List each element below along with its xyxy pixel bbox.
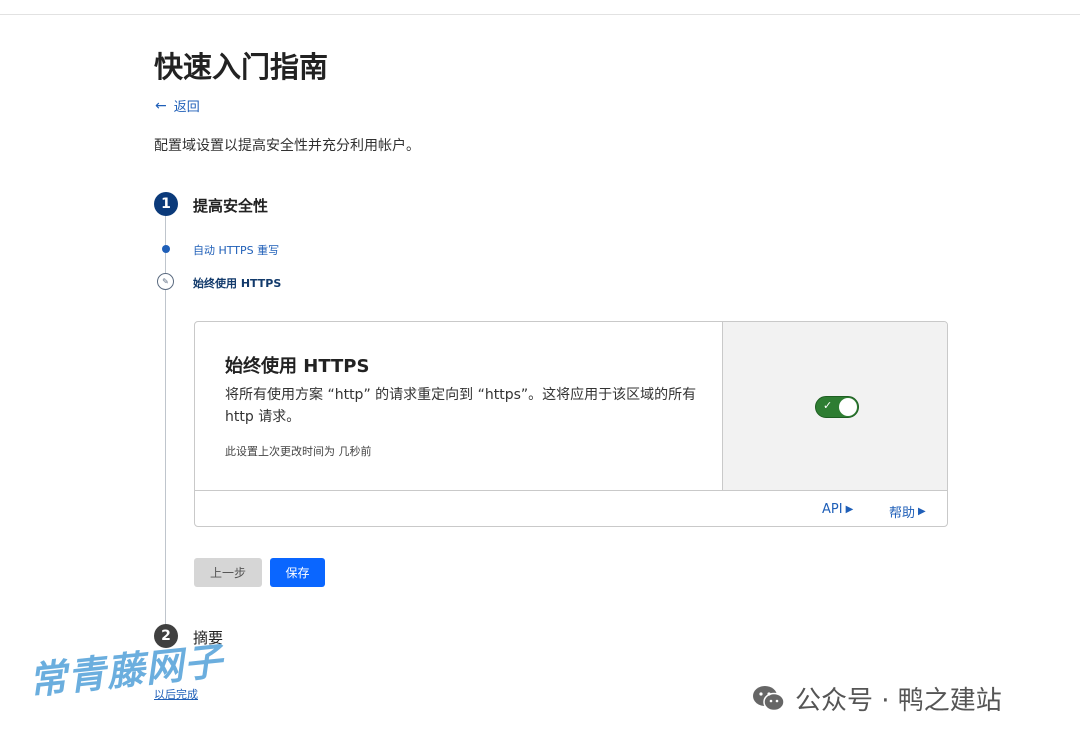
- watermark-right-text: 公众号 · 鸭之建站: [795, 686, 1002, 716]
- triangle-right-icon: ▶: [845, 504, 854, 515]
- watermark-right: 公众号 · 鸭之建站: [751, 680, 1002, 717]
- page-title: 快速入门指南: [154, 50, 329, 84]
- setting-card-title: 始终使用 HTTPS: [225, 356, 370, 377]
- api-link[interactable]: API ▶: [822, 502, 853, 517]
- setting-card-main: 始终使用 HTTPS 将所有使用方案 “http” 的请求重定向到 “https…: [195, 322, 723, 490]
- substep-done-dot-icon: [162, 245, 170, 253]
- back-link[interactable]: ← 返回: [155, 96, 200, 116]
- setting-last-changed: 此设置上次更改时间为 几秒前: [225, 445, 372, 458]
- back-link-label: 返回: [173, 100, 200, 115]
- top-divider: [0, 14, 1080, 15]
- api-link-label: API: [822, 502, 843, 517]
- toggle-knob: [839, 398, 857, 416]
- save-button[interactable]: 保存: [270, 558, 325, 587]
- step-1-title: 提高安全性: [193, 197, 269, 215]
- substep-always-use-https[interactable]: 始终使用 HTTPS: [193, 275, 281, 291]
- substep-auto-https-rewrite[interactable]: 自动 HTTPS 重写: [193, 242, 279, 258]
- setting-card-control-panel: ✓: [723, 322, 947, 490]
- setting-card: 始终使用 HTTPS 将所有使用方案 “http” 的请求重定向到 “https…: [194, 321, 948, 527]
- intro-text: 配置域设置以提高安全性并充分利用帐户。: [154, 138, 420, 154]
- setting-card-description: 将所有使用方案 “http” 的请求重定向到 “https”。这将应用于该区域的…: [225, 387, 697, 425]
- substep-current-ring-icon: ✎: [157, 273, 174, 290]
- help-link[interactable]: 帮助 ▶: [889, 502, 926, 521]
- always-https-toggle[interactable]: ✓: [815, 396, 859, 418]
- triangle-right-icon: ▶: [918, 506, 926, 517]
- setting-card-footer: API ▶ 帮助 ▶: [195, 490, 947, 526]
- wechat-icon: [753, 685, 785, 711]
- arrow-left-icon: ←: [155, 97, 167, 114]
- step-1-number: 1: [154, 192, 178, 216]
- previous-step-button[interactable]: 上一步: [194, 558, 262, 587]
- check-icon: ✓: [823, 399, 833, 412]
- help-link-label: 帮助: [889, 506, 916, 521]
